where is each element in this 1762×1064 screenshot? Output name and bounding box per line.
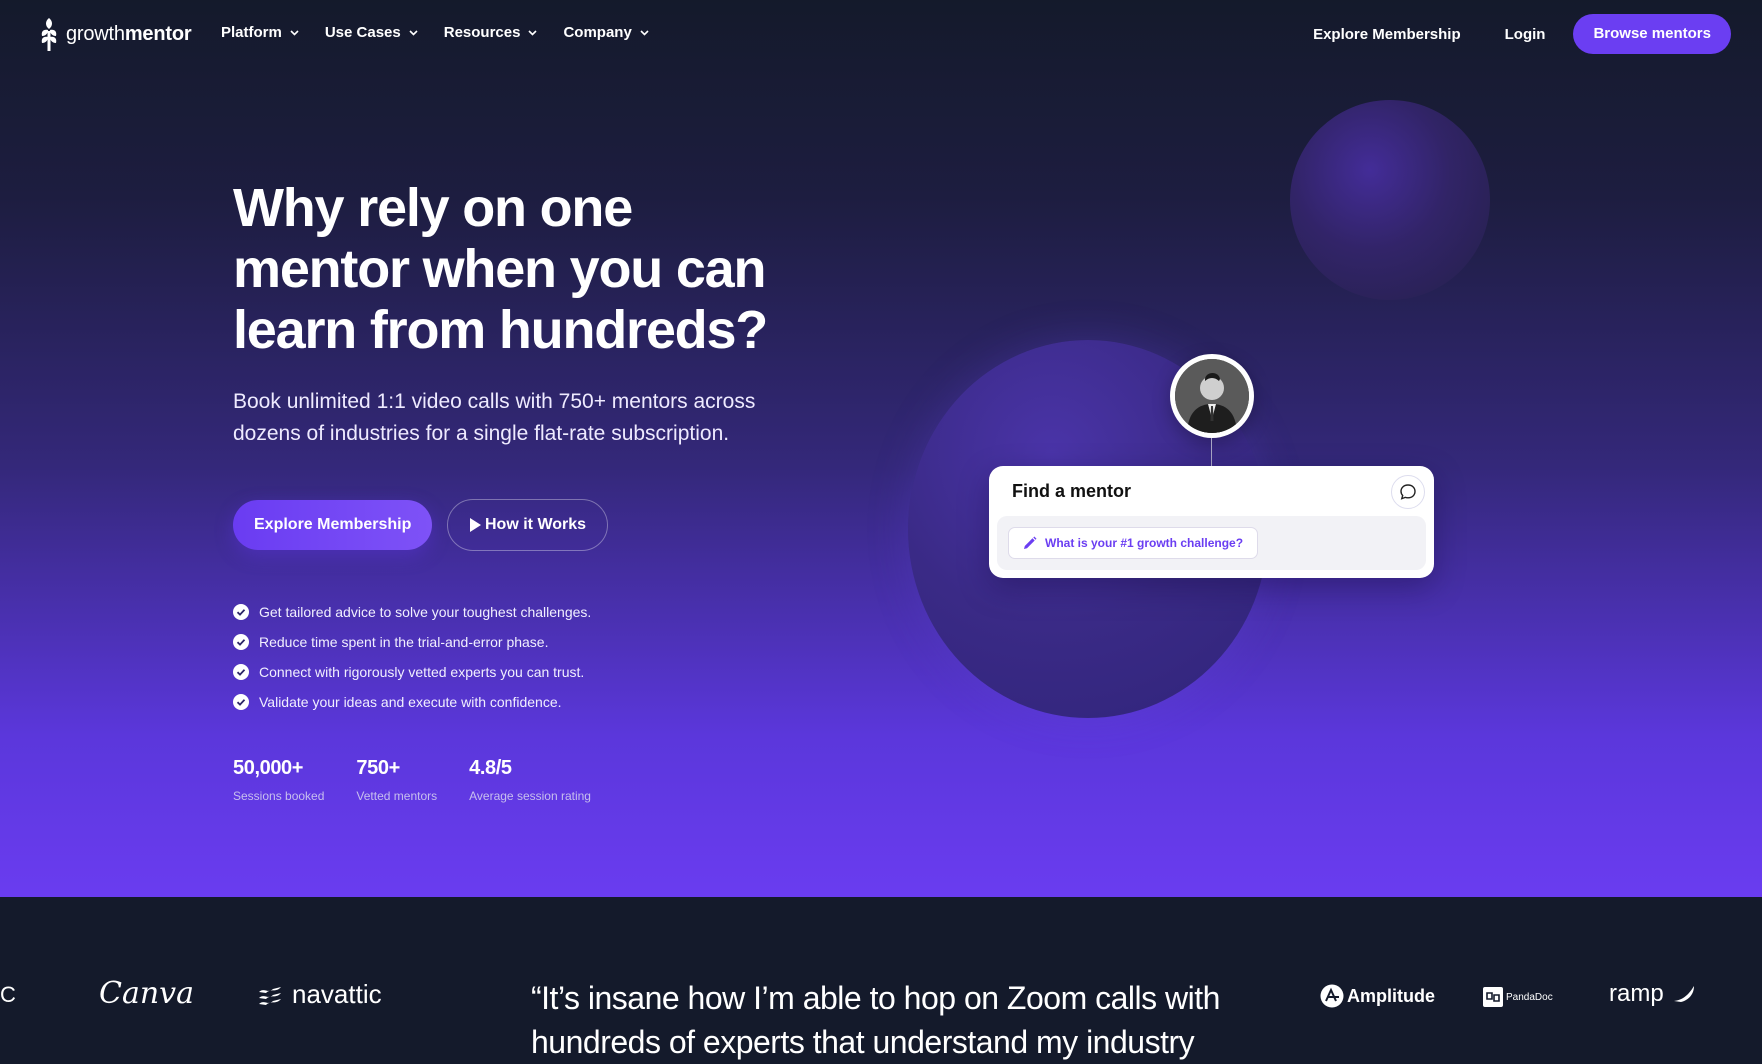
pencil-icon xyxy=(1024,536,1037,549)
logo-text-light: growth xyxy=(66,22,125,45)
menu-item-use-cases[interactable]: Use Cases xyxy=(325,24,418,41)
ramp-wordmark: ramp xyxy=(1609,980,1664,1007)
testimonial-quote: “It’s insane how I’m able to hop on Zoom… xyxy=(531,980,1220,1060)
ramp-logo: ramp xyxy=(1609,980,1696,1008)
nav-actions: Explore Membership Login Browse mentors xyxy=(1313,14,1731,54)
stat-value: 750+ xyxy=(356,757,400,779)
stat-label: Vetted mentors xyxy=(356,789,438,803)
amplitude-wordmark: Amplitude xyxy=(1347,985,1435,1006)
pandadoc-mark-icon xyxy=(1483,987,1503,1007)
top-navigation: growthmentor Platform Use Cases Resource… xyxy=(0,0,1762,68)
hero-section: growthmentor Platform Use Cases Resource… xyxy=(0,0,1762,897)
main-menu: Platform Use Cases Resources Company xyxy=(221,24,649,41)
browse-mentors-button[interactable]: Browse mentors xyxy=(1573,14,1731,54)
play-icon xyxy=(470,518,481,532)
benefit-item: Validate your ideas and execute with con… xyxy=(233,687,591,717)
stat-label: Sessions booked xyxy=(233,789,325,803)
benefit-text: Reduce time spent in the trial-and-error… xyxy=(259,634,549,650)
benefit-item: Reduce time spent in the trial-and-error… xyxy=(233,627,591,657)
how-it-works-button[interactable]: How it Works xyxy=(447,499,609,551)
menu-item-label: Platform xyxy=(221,24,282,41)
stats-row: 50,000+ Sessions booked 750+ Vetted ment… xyxy=(233,757,623,803)
explore-membership-button[interactable]: Explore Membership xyxy=(233,500,433,550)
menu-item-company[interactable]: Company xyxy=(563,24,649,41)
navattic-wordmark: navattic xyxy=(292,979,382,1009)
pandadoc-wordmark: PandaDoc xyxy=(1506,991,1553,1003)
card-title: Find a mentor xyxy=(1012,481,1132,501)
check-circle-icon xyxy=(233,664,249,680)
ramp-mark-icon xyxy=(1673,986,1694,1002)
benefit-text: Get tailored advice to solve your toughe… xyxy=(259,604,592,620)
logo-text-bold: mentor xyxy=(124,22,192,45)
nav-explore-membership-link[interactable]: Explore Membership xyxy=(1313,26,1461,43)
prompt-text: What is your #1 growth challenge? xyxy=(1045,536,1244,550)
check-circle-icon xyxy=(233,604,249,620)
hero-subtitle: Book unlimited 1:1 video calls with 750+… xyxy=(233,390,756,445)
person-silhouette-icon xyxy=(1175,359,1249,433)
benefit-item: Get tailored advice to solve your toughe… xyxy=(233,597,591,627)
find-mentor-card: Find a mentor What is your #1 growth cha… xyxy=(989,466,1434,578)
mentor-avatar xyxy=(1170,354,1254,438)
decorative-orb-small xyxy=(1290,100,1490,300)
stat-label: Average session rating xyxy=(469,789,591,803)
menu-item-label: Resources xyxy=(443,24,521,41)
stat-value: 4.8/5 xyxy=(469,757,512,779)
hero-title: Why rely on one mentor when you can lear… xyxy=(233,178,768,360)
navattic-logo: navattic xyxy=(258,979,382,1010)
how-it-works-label: How it Works xyxy=(485,516,587,533)
navattic-mark-icon xyxy=(259,986,281,1005)
menu-item-resources[interactable]: Resources xyxy=(444,24,538,41)
stat-value: 50,000+ xyxy=(233,757,304,779)
check-circle-icon xyxy=(233,694,249,710)
benefit-text: Validate your ideas and execute with con… xyxy=(259,694,562,710)
stat-sessions: 50,000+ Sessions booked xyxy=(233,757,324,803)
check-circle-icon xyxy=(233,634,249,650)
chevron-down-icon xyxy=(409,29,418,36)
chevron-down-icon xyxy=(528,29,538,36)
card-prompt-area: What is your #1 growth challenge? xyxy=(997,516,1426,570)
site-logo[interactable]: growthmentor xyxy=(40,16,192,52)
pandadoc-logo: PandaDoc xyxy=(1483,987,1553,1007)
canva-logo: Canva xyxy=(99,976,194,1011)
chevron-down-icon xyxy=(290,29,299,36)
nav-login-link[interactable]: Login xyxy=(1505,26,1546,43)
menu-item-label: Company xyxy=(563,24,632,41)
partner-logo-partial: C xyxy=(0,982,16,1007)
amplitude-mark-icon xyxy=(1320,984,1344,1008)
stat-rating: 4.8/5 Average session rating xyxy=(469,757,591,803)
growth-challenge-prompt[interactable]: What is your #1 growth challenge? xyxy=(1008,527,1259,559)
logo-wordmark: growthmentor xyxy=(66,22,192,46)
amplitude-logo: Amplitude xyxy=(1320,984,1435,1008)
menu-item-label: Use Cases xyxy=(324,24,401,41)
chevron-down-icon xyxy=(640,29,649,36)
growthmentor-logo-icon xyxy=(41,18,57,51)
menu-item-platform[interactable]: Platform xyxy=(221,24,299,41)
avatar-connector-line xyxy=(1211,438,1212,466)
chat-bubble-icon xyxy=(1400,484,1416,500)
stat-mentors: 750+ Vetted mentors xyxy=(356,757,437,803)
chat-bubble-button[interactable] xyxy=(1391,475,1425,509)
benefit-item: Connect with rigorously vetted experts y… xyxy=(233,657,591,687)
benefits-list: Get tailored advice to solve your toughe… xyxy=(233,597,591,717)
benefit-text: Connect with rigorously vetted experts y… xyxy=(259,664,585,680)
mentor-photo xyxy=(1175,359,1249,433)
